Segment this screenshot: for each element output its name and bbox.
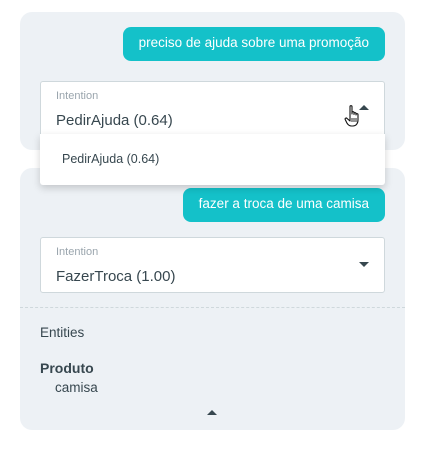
intention-value-1: PedirAjuda (0.64) (56, 112, 173, 129)
intention-dropdown-menu: PedirAjuda (0.64) (40, 134, 385, 185)
intention-select-2[interactable]: Intention FazerTroca (1.00) (40, 237, 385, 293)
entity-name: Produto (40, 360, 94, 376)
caret-down-icon[interactable] (359, 262, 369, 267)
message-card-2: fazer a troca de uma camisa Intention Fa… (20, 168, 405, 430)
intention-label-2: Intention (56, 246, 99, 258)
intention-label-1: Intention (56, 90, 99, 102)
section-divider (20, 307, 405, 308)
message-card-1: preciso de ajuda sobre uma promoção Inte… (20, 12, 405, 150)
entity-value: camisa (55, 380, 98, 395)
conversation-canvas: preciso de ajuda sobre uma promoção Inte… (0, 0, 430, 461)
intention-select-1[interactable]: Intention PedirAjuda (0.64) (40, 81, 385, 137)
user-message-bubble-2: fazer a troca de uma camisa (182, 188, 385, 222)
intention-value-2: FazerTroca (1.00) (56, 268, 176, 285)
entities-heading: Entities (40, 325, 85, 340)
user-message-bubble-1: preciso de ajuda sobre uma promoção (122, 27, 385, 61)
hand-pointer-cursor-icon (344, 105, 359, 127)
collapse-entities-caret-icon[interactable] (207, 410, 217, 415)
dropdown-option-pedirajuda[interactable]: PedirAjuda (0.64) (62, 152, 159, 166)
